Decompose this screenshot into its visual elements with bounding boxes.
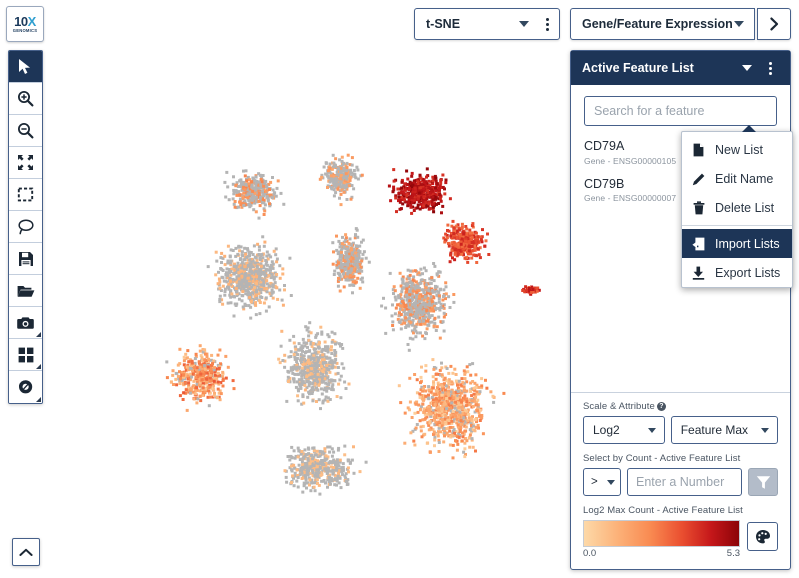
select-by-count-label: Select by Count - Active Feature List [583, 453, 741, 464]
menu-item-label: New List [715, 142, 763, 157]
tool-rectangle-select[interactable] [9, 179, 42, 211]
active-feature-list-panel: Active Feature List CD79A Gene - ENSG000… [570, 50, 793, 570]
menu-divider [682, 225, 792, 226]
menu-item-label: Edit Name [715, 171, 774, 186]
menu-item-label: Export Lists [715, 265, 781, 280]
colorbar-gradient [583, 520, 740, 547]
top-toolbar: t-SNE Gene/Feature Expression [0, 8, 799, 42]
palette-icon [755, 529, 770, 543]
chevron-down-icon [519, 21, 529, 27]
left-toolbar [8, 50, 43, 404]
colorbar-row: 0.0 5.3 [583, 520, 778, 559]
operator-select-value: > [591, 476, 598, 488]
funnel-icon [756, 475, 770, 489]
projection-select-value: t-SNE [426, 17, 461, 31]
pointer-icon [19, 59, 30, 74]
colorbar-max: 5.3 [726, 548, 740, 559]
tool-cell[interactable] [9, 371, 42, 403]
menu-item-edit-name[interactable]: Edit Name [682, 164, 792, 193]
grid-icon [18, 347, 33, 362]
tool-save[interactable] [9, 243, 42, 275]
lasso-select-icon [17, 219, 34, 235]
mode-select-value: Gene/Feature Expression [582, 17, 733, 31]
expand-corner-marker [36, 332, 41, 337]
scale-attribute-text: Scale & Attribute [583, 401, 655, 412]
camera-icon [17, 316, 34, 329]
search-row [571, 85, 790, 133]
count-number-input[interactable] [627, 468, 742, 496]
download-icon [691, 266, 706, 280]
trash-icon [691, 200, 706, 215]
apply-filter-button[interactable] [748, 468, 778, 496]
chevron-down-icon [607, 479, 615, 485]
zoom-in-icon [18, 91, 34, 107]
menu-item-import-lists[interactable]: Import Lists [682, 229, 792, 258]
chevron-down-icon [761, 427, 769, 433]
import-icon [691, 237, 706, 251]
tool-zoom-in[interactable] [9, 83, 42, 115]
scale-attribute-label: Scale & Attribute? [583, 401, 778, 412]
scatter-canvas [165, 153, 541, 496]
search-input[interactable] [584, 96, 777, 126]
save-icon [18, 251, 33, 266]
chevron-down-icon [734, 21, 744, 27]
fit-screen-icon [18, 155, 33, 170]
select-by-count-row: > [583, 468, 778, 496]
tool-folder-open[interactable] [9, 275, 42, 307]
rectangle-select-icon [17, 187, 34, 202]
colorbar-ticks: 0.0 5.3 [583, 548, 740, 559]
chevron-down-icon[interactable] [742, 65, 752, 71]
chevron-down-icon [647, 427, 656, 433]
expand-corner-marker [36, 397, 41, 402]
tool-zoom-out[interactable] [9, 115, 42, 147]
cell-icon [19, 380, 33, 394]
panel-title: Active Feature List [582, 61, 694, 75]
tool-grid[interactable] [9, 339, 42, 371]
panel-body: CD79A Gene - ENSG00000105 CD79B Gene - E… [571, 85, 793, 392]
panel-header: Active Feature List [571, 51, 790, 85]
tool-camera[interactable] [9, 307, 42, 339]
zoom-out-icon [18, 123, 34, 139]
panel-menu-button[interactable] [762, 61, 778, 75]
tool-lasso-select[interactable] [9, 211, 42, 243]
menu-item-new-list[interactable]: New List [682, 135, 792, 164]
file-icon [691, 143, 706, 157]
app-root: 10X GENOMICS t-SNE Gene/Feature Expressi… [0, 0, 799, 578]
tool-pointer[interactable] [9, 51, 42, 83]
operator-select[interactable]: > [583, 468, 621, 496]
scale-attribute-row: Log2 Feature Max [583, 416, 778, 444]
menu-item-delete-list[interactable]: Delete List [682, 193, 792, 222]
colorbar-wrap: 0.0 5.3 [583, 520, 740, 559]
attribute-select[interactable]: Feature Max [670, 416, 778, 444]
projection-select[interactable]: t-SNE [414, 8, 560, 40]
attribute-select-value: Feature Max [680, 423, 749, 437]
context-menu-arrow [742, 125, 756, 132]
tsne-scatter-plot[interactable] [48, 46, 566, 566]
panel-context-menu: New List Edit Name Delete List Import Li… [681, 125, 793, 288]
panel-controls: Scale & Attribute? Log2 Feature Max Sele… [571, 392, 790, 569]
pencil-icon [691, 172, 706, 186]
menu-item-export-lists[interactable]: Export Lists [682, 258, 792, 287]
menu-item-label: Delete List [715, 200, 775, 215]
colorbar-label: Log2 Max Count - Active Feature List [583, 505, 743, 516]
mode-select[interactable]: Gene/Feature Expression [570, 8, 755, 40]
expand-corner-marker [36, 364, 41, 369]
folder-open-icon [17, 285, 34, 297]
collapse-panel-button[interactable] [12, 538, 40, 566]
tool-fit-screen[interactable] [9, 147, 42, 179]
expand-panel-button[interactable] [757, 8, 791, 40]
palette-button[interactable] [747, 522, 778, 551]
scale-select[interactable]: Log2 [583, 416, 665, 444]
chevron-right-icon [769, 17, 778, 31]
scale-select-value: Log2 [593, 423, 620, 437]
menu-item-label: Import Lists [715, 236, 780, 251]
help-icon[interactable]: ? [656, 402, 666, 411]
projection-menu-button[interactable] [539, 17, 555, 31]
colorbar-min: 0.0 [583, 548, 597, 559]
chevron-up-icon [19, 548, 33, 556]
